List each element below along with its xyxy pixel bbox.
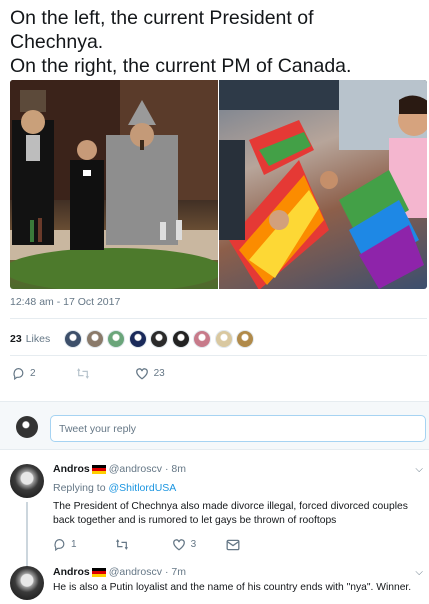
likes-label[interactable]: Likes bbox=[26, 333, 51, 345]
author-handle[interactable]: @androscv bbox=[109, 463, 162, 475]
current-user-avatar[interactable] bbox=[16, 416, 38, 438]
liker-avatar[interactable] bbox=[128, 330, 147, 348]
chevron-down-icon[interactable]: ⌵ bbox=[415, 464, 423, 475]
liker-avatar[interactable] bbox=[193, 330, 212, 348]
likes-count[interactable]: 23 bbox=[10, 333, 22, 345]
author-name[interactable]: Andros bbox=[53, 566, 90, 578]
tweet-media bbox=[10, 80, 427, 289]
reply-composer: Tweet your reply bbox=[0, 401, 429, 450]
retweet-button[interactable] bbox=[115, 538, 134, 551]
tweet-timestamp[interactable]: 12:48 am - 17 Oct 2017 bbox=[10, 296, 120, 308]
avatar[interactable] bbox=[10, 464, 44, 498]
liker-avatar[interactable] bbox=[64, 330, 83, 348]
tweet-text-line: Chechnya. bbox=[10, 31, 104, 53]
like-count: 3 bbox=[190, 539, 197, 550]
liker-avatar[interactable] bbox=[171, 330, 190, 348]
liker-avatar[interactable] bbox=[150, 330, 169, 348]
reply-body: He is also a Putin loyalist and the name… bbox=[53, 582, 412, 593]
liker-avatar[interactable] bbox=[85, 330, 104, 348]
reply-actions: 1 3 bbox=[53, 538, 240, 551]
liker-avatar[interactable] bbox=[107, 330, 126, 348]
retweet-icon bbox=[115, 539, 128, 550]
reply-body: The President of Chechnya also made divo… bbox=[53, 501, 408, 526]
photo-chechnya-president[interactable] bbox=[10, 80, 218, 289]
author-name[interactable]: Andros bbox=[53, 463, 90, 475]
photo-chechnya-illustration bbox=[10, 80, 218, 289]
tweet-text-line: On the left, the current President of bbox=[10, 7, 314, 29]
thread-line bbox=[26, 502, 28, 570]
german-flag-icon bbox=[91, 464, 106, 474]
heart-icon bbox=[172, 539, 185, 551]
liker-avatars bbox=[64, 330, 258, 348]
reply-icon bbox=[54, 539, 65, 551]
reply-time[interactable]: · 7m bbox=[165, 566, 186, 578]
photo-canada-illustration bbox=[218, 80, 427, 289]
envelope-icon bbox=[226, 539, 240, 550]
reply-count: 2 bbox=[30, 368, 36, 379]
tweet-actions: 2 23 bbox=[10, 367, 165, 380]
reply-header: Andros @androscv · 7m bbox=[53, 566, 186, 578]
reply-time[interactable]: · 8m bbox=[165, 463, 186, 475]
like-button[interactable]: 3 bbox=[172, 538, 197, 551]
tweet-text-line: On the right, the current PM of Canada. bbox=[10, 55, 352, 77]
tweet-text: On the left, the current President of Ch… bbox=[10, 6, 422, 78]
reply-icon bbox=[13, 368, 24, 380]
reply-button[interactable]: 2 bbox=[12, 367, 36, 380]
reply-header: Andros @androscv · 8m bbox=[53, 463, 186, 475]
retweet-button[interactable] bbox=[76, 367, 95, 380]
replying-prefix: Replying to bbox=[53, 482, 109, 494]
reply-button[interactable]: 1 bbox=[53, 538, 77, 551]
divider bbox=[10, 318, 427, 319]
divider bbox=[10, 355, 427, 356]
retweet-icon bbox=[76, 368, 89, 379]
chevron-down-icon[interactable]: ⌵ bbox=[415, 567, 423, 578]
replying-to-link[interactable]: @ShitlordUSA bbox=[108, 482, 176, 494]
like-button[interactable]: 23 bbox=[135, 367, 165, 380]
replying-to: Replying to @ShitlordUSA bbox=[53, 482, 176, 494]
heart-icon bbox=[135, 368, 148, 380]
photo-canada-pm[interactable] bbox=[218, 80, 427, 289]
author-handle[interactable]: @androscv bbox=[109, 566, 162, 578]
direct-message-button[interactable] bbox=[226, 539, 240, 551]
liker-avatar[interactable] bbox=[236, 330, 255, 348]
reply-count: 1 bbox=[71, 539, 77, 550]
german-flag-icon bbox=[91, 567, 106, 577]
liker-avatar[interactable] bbox=[214, 330, 233, 348]
avatar[interactable] bbox=[10, 566, 44, 600]
reply-input[interactable]: Tweet your reply bbox=[50, 415, 426, 442]
likes-row: 23 Likes bbox=[10, 328, 258, 350]
like-count: 23 bbox=[153, 368, 165, 379]
